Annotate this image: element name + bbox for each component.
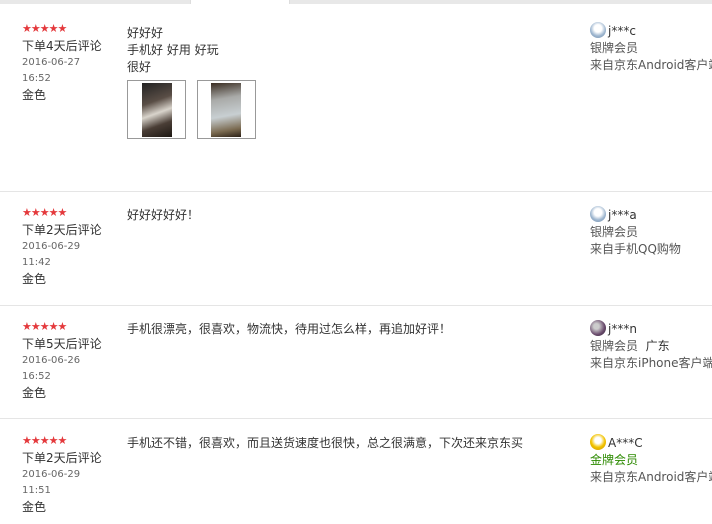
review-date: 2016-06-29 <box>22 241 81 252</box>
review-days-after-order: 下单2天后评论 <box>22 223 102 237</box>
rating-stars: ★★★★★ <box>22 206 67 219</box>
product-color: 金色 <box>22 88 47 102</box>
review-meta: ★★★★★ 下单4天后评论 2016-06-27 16:52 金色 <box>22 22 122 104</box>
reviewer-info: j***n 银牌会员 广东 来自京东iPhone客户端 <box>590 320 712 372</box>
review-content: 好好好好好！ <box>127 207 577 224</box>
review-time: 11:42 <box>22 257 51 268</box>
review-days-after-order: 下单2天后评论 <box>22 451 102 465</box>
avatar <box>590 434 606 450</box>
review-photo-thumbnail[interactable] <box>127 80 186 139</box>
review-date: 2016-06-26 <box>22 355 81 366</box>
review-date: 2016-06-29 <box>22 469 81 480</box>
review-item: ★★★★★ 下单4天后评论 2016-06-27 16:52 金色 好好好 手机… <box>0 22 712 192</box>
review-text-line: 很好 <box>127 60 152 74</box>
reviewer-name[interactable]: j***n <box>608 322 637 336</box>
reviewer-info: A***C 金牌会员 来自京东Android客户端 <box>590 434 712 486</box>
rating-stars: ★★★★★ <box>22 320 67 333</box>
product-color: 金色 <box>22 272 47 286</box>
review-days-after-order: 下单4天后评论 <box>22 39 102 53</box>
review-content: 好好好 手机好 好用 好玩 很好 <box>127 25 577 139</box>
tab-bar <box>0 0 712 4</box>
review-item: ★★★★★ 下单5天后评论 2016-06-26 16:52 金色 手机很漂亮，… <box>0 320 712 419</box>
avatar <box>590 320 606 336</box>
review-item: ★★★★★ 下单2天后评论 2016-06-29 11:42 金色 好好好好好！… <box>0 206 712 306</box>
review-meta: ★★★★★ 下单5天后评论 2016-06-26 16:52 金色 <box>22 320 122 402</box>
review-meta: ★★★★★ 下单2天后评论 2016-06-29 11:51 金色 <box>22 434 122 516</box>
reviewer-name[interactable]: A***C <box>608 436 643 450</box>
review-time: 16:52 <box>22 371 51 382</box>
member-level: 银牌会员 <box>590 41 639 55</box>
review-meta: ★★★★★ 下单2天后评论 2016-06-29 11:42 金色 <box>22 206 122 288</box>
tab-active[interactable] <box>190 0 290 4</box>
member-level: 银牌会员 <box>590 225 639 239</box>
reviewer-region: 广东 <box>645 339 670 353</box>
review-text-line: 手机很漂亮，很喜欢，物流快，待用过怎么样，再追加好评！ <box>127 322 452 336</box>
avatar <box>590 206 606 222</box>
review-time: 16:52 <box>22 73 51 84</box>
reviewer-info: j***c 银牌会员 来自京东Android客户端 <box>590 22 712 74</box>
product-color: 金色 <box>22 386 47 400</box>
review-time: 11:51 <box>22 485 51 496</box>
review-photos <box>127 80 577 139</box>
reviewer-name[interactable]: j***c <box>608 24 636 38</box>
review-photo-thumbnail[interactable] <box>196 80 256 139</box>
review-text-line: 手机好 好用 好玩 <box>127 43 219 57</box>
review-source: 来自京东iPhone客户端 <box>590 356 712 370</box>
review-content: 手机还不错，很喜欢，而且送货速度也很快，总之很满意，下次还来京东买 <box>127 435 577 452</box>
reviewer-name[interactable]: j***a <box>608 208 637 222</box>
review-item: ★★★★★ 下单2天后评论 2016-06-29 11:51 金色 手机还不错，… <box>0 434 712 524</box>
rating-stars: ★★★★★ <box>22 434 67 447</box>
rating-stars: ★★★★★ <box>22 22 67 35</box>
review-text-line: 好好好好好！ <box>127 208 200 222</box>
review-source: 来自手机QQ购物 <box>590 242 681 256</box>
review-days-after-order: 下单5天后评论 <box>22 337 102 351</box>
avatar <box>590 22 606 38</box>
review-text-line: 好好好 <box>127 26 164 40</box>
review-content: 手机很漂亮，很喜欢，物流快，待用过怎么样，再追加好评！ <box>127 321 577 338</box>
reviewer-info: j***a 银牌会员 来自手机QQ购物 <box>590 206 712 258</box>
member-level: 银牌会员 <box>590 339 639 353</box>
product-color: 金色 <box>22 500 47 514</box>
member-level: 金牌会员 <box>590 453 639 467</box>
review-source: 来自京东Android客户端 <box>590 470 712 484</box>
review-text-line: 手机还不错，很喜欢，而且送货速度也很快，总之很满意，下次还来京东买 <box>127 436 524 450</box>
review-source: 来自京东Android客户端 <box>590 58 712 72</box>
review-date: 2016-06-27 <box>22 57 81 68</box>
